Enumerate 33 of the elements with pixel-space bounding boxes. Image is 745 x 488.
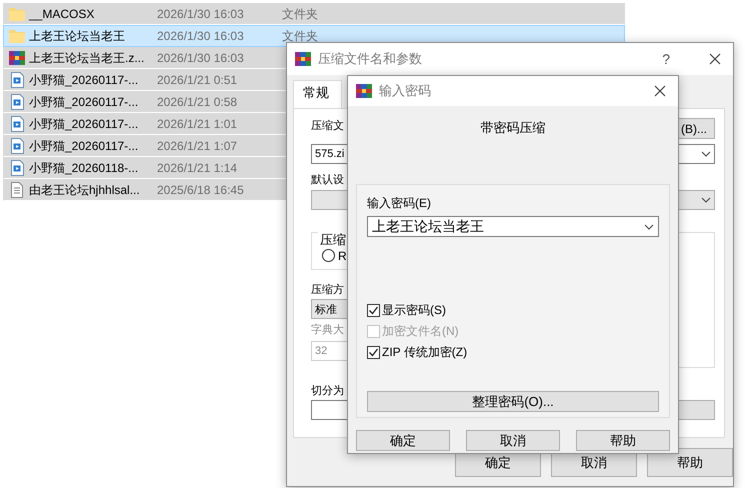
field-label: 压缩方 (311, 282, 344, 298)
file-name: 小野猫_20260117-... (29, 72, 140, 88)
dialog-heading: 带密码压缩 (480, 119, 546, 137)
checkbox-label: 显示密码(S) (382, 302, 446, 319)
file-name: __MACOSX (29, 7, 96, 21)
checkbox-label: 加密文件名(N) (382, 323, 459, 340)
file-type: 文件夹 (282, 28, 318, 44)
field-label: 输入密码(E) (367, 195, 431, 212)
file-date: 2025/6/18 16:45 (157, 183, 245, 197)
checkbox-label: ZIP 传统加密(Z) (382, 344, 468, 361)
file-type: 文件夹 (282, 6, 318, 22)
field-label: 默认设 (311, 173, 344, 188)
file-date: 2026/1/21 1:01 (157, 117, 238, 131)
field-label: 切分为 (311, 384, 344, 399)
file-date: 2026/1/21 1:07 (157, 139, 238, 153)
file-date: 2026/1/21 0:51 (157, 73, 238, 87)
file-name: 小野猫_20260117-... (29, 94, 140, 110)
file-name: 小野猫_20260118-... (29, 160, 140, 176)
field-label: 压缩文 (311, 118, 344, 134)
file-name: 小野猫_20260117-... (29, 138, 140, 154)
file-name: 小野猫_20260117-... (29, 116, 140, 132)
file-date: 2026/1/30 16:03 (157, 51, 245, 65)
radio-label: R (338, 248, 347, 262)
window-title: 输入密码 (379, 82, 432, 100)
file-date: 2026/1/30 16:03 (157, 7, 245, 21)
field-label: 字典大 (311, 322, 344, 338)
file-date: 2026/1/21 1:14 (157, 161, 238, 175)
file-date: 2026/1/21 0:58 (157, 95, 238, 109)
file-date: 2026/1/30 16:03 (157, 29, 245, 43)
file-name: 上老王论坛当老王.z... (29, 50, 146, 66)
file-name: 由老王论坛hjhhlsal... (29, 182, 141, 198)
file-name: 上老王论坛当老王 (29, 28, 126, 44)
window-title: 压缩文件名和参数 (318, 50, 423, 68)
